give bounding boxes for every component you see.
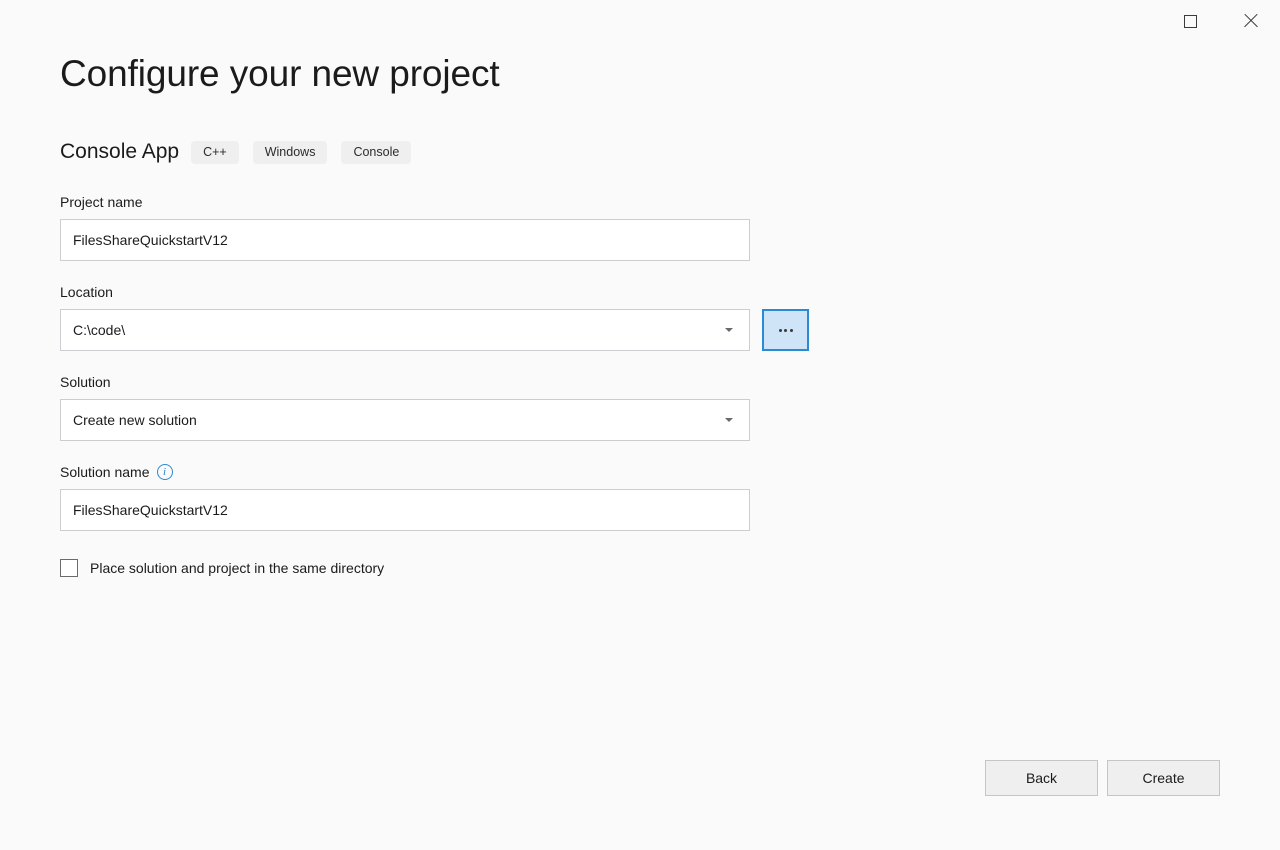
- maximize-square-icon: [1184, 15, 1197, 28]
- create-button[interactable]: Create: [1107, 760, 1220, 796]
- template-info-row: Console App C++ Windows Console: [60, 138, 411, 166]
- project-name-input[interactable]: [60, 219, 750, 261]
- solution-combobox[interactable]: Create new solution: [60, 399, 750, 441]
- tag-platform: Windows: [253, 141, 328, 164]
- dialog-footer: Back Create: [0, 760, 1280, 798]
- chevron-down-icon: [725, 328, 733, 332]
- solution-name-input[interactable]: [60, 489, 750, 531]
- project-name-field: Project name: [60, 193, 820, 261]
- location-label: Location: [60, 283, 820, 301]
- browse-location-button[interactable]: [762, 309, 809, 351]
- template-name: Console App: [60, 138, 179, 166]
- title-bar: [0, 0, 1280, 42]
- tag-project-type: Console: [341, 141, 411, 164]
- solution-name-label: Solution name: [60, 463, 150, 481]
- close-button[interactable]: [1228, 0, 1274, 42]
- info-circle-icon[interactable]: i: [157, 464, 173, 480]
- maximize-button[interactable]: [1167, 0, 1213, 42]
- close-x-icon: [1242, 12, 1260, 30]
- location-field: Location C:\code\: [60, 283, 820, 351]
- solution-name-label-row: Solution name i: [60, 463, 820, 481]
- location-input-row: C:\code\: [60, 309, 820, 351]
- same-directory-label: Place solution and project in the same d…: [90, 560, 384, 576]
- same-directory-checkbox-row[interactable]: Place solution and project in the same d…: [60, 559, 820, 577]
- location-value: C:\code\: [73, 322, 725, 338]
- solution-field: Solution Create new solution: [60, 373, 820, 441]
- tag-language: C++: [191, 141, 239, 164]
- project-configuration-form: Project name Location C:\code\ Solution …: [60, 193, 820, 577]
- same-directory-checkbox[interactable]: [60, 559, 78, 577]
- chevron-down-icon: [725, 418, 733, 422]
- solution-name-field: Solution name i: [60, 463, 820, 531]
- back-button[interactable]: Back: [985, 760, 1098, 796]
- project-name-label: Project name: [60, 193, 820, 211]
- location-combobox[interactable]: C:\code\: [60, 309, 750, 351]
- ellipsis-icon: [779, 329, 793, 332]
- solution-label: Solution: [60, 373, 820, 391]
- solution-value: Create new solution: [73, 412, 725, 428]
- page-title: Configure your new project: [60, 52, 500, 96]
